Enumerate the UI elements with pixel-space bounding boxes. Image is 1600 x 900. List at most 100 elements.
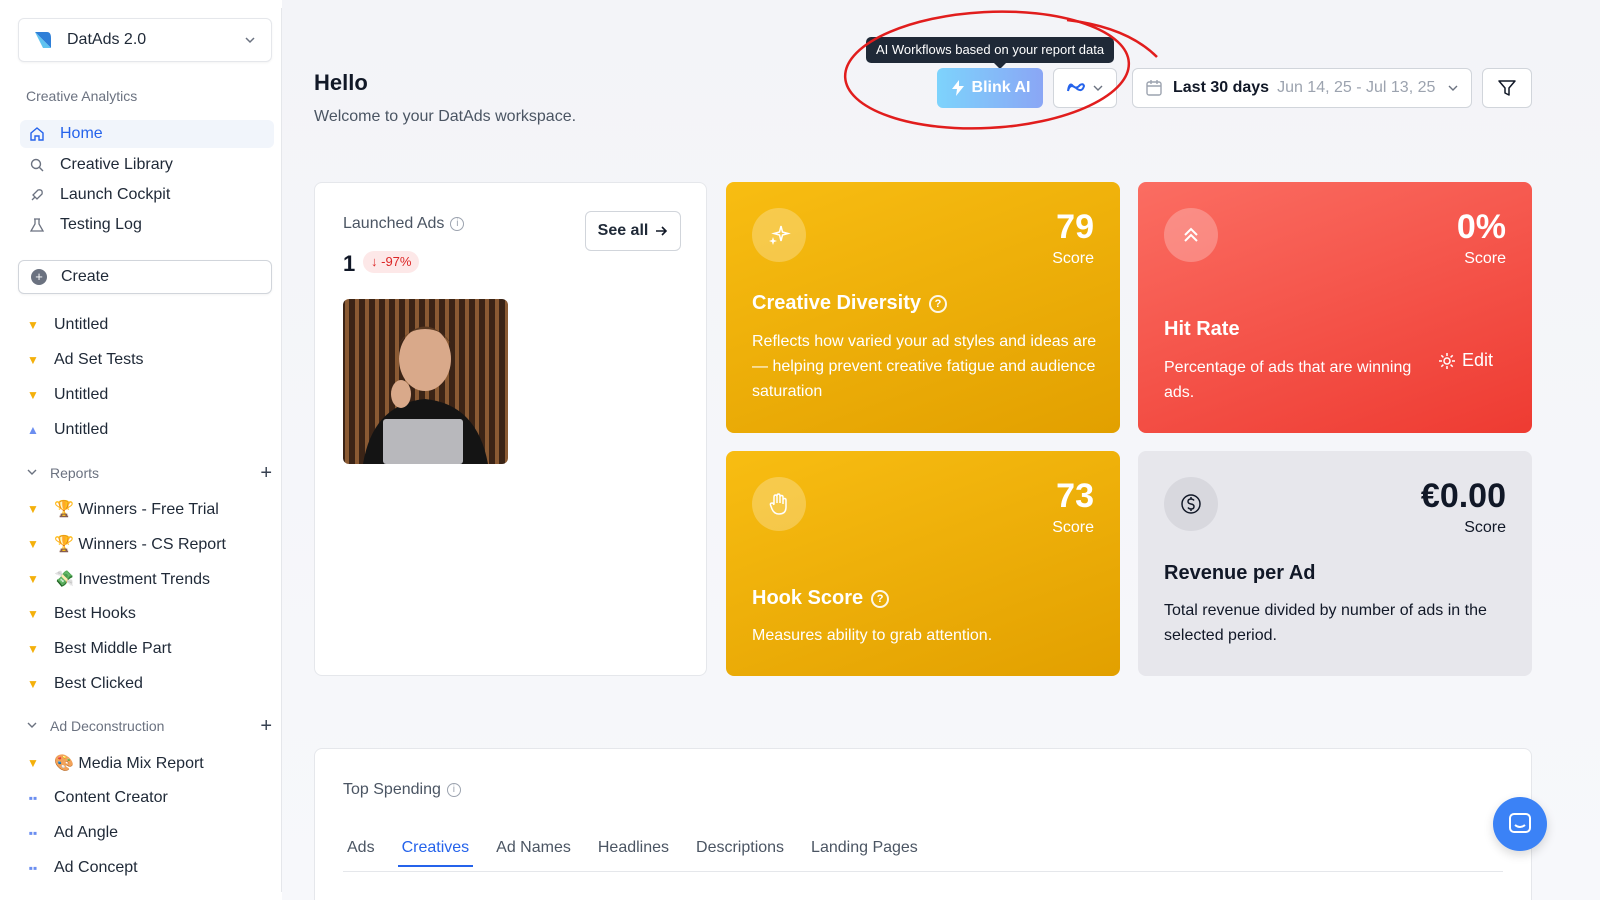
list-item-label: Ad Set Tests (54, 351, 144, 368)
list-item-label: Untitled (54, 316, 109, 333)
list-item[interactable]: ▲ Untitled (26, 416, 276, 444)
chevron-down-icon (26, 718, 40, 734)
card-title-text: Hit Rate (1164, 318, 1240, 340)
date-range-picker[interactable]: Last 30 days Jun 14, 25 - Jul 13, 25 (1132, 68, 1472, 108)
deconstruction-item[interactable]: ▼ 🎨 Media Mix Report (26, 749, 276, 777)
score-value: 73 (1056, 477, 1094, 515)
report-item-label: Best Hooks (54, 605, 136, 622)
report-item[interactable]: ▼ Best Clicked (26, 670, 276, 698)
deconstruction-item[interactable]: ▪▪ Ad Angle (26, 819, 276, 847)
workspace-switcher[interactable]: DatAds 2.0 (18, 18, 272, 62)
sidebar-item-label: Testing Log (60, 216, 142, 233)
report-item-label: Best Middle Part (54, 640, 172, 657)
sidebar-item-creative-library[interactable]: Creative Library (20, 151, 274, 179)
hook-score-card: 73 Score Hook Score ? Measures ability t… (726, 451, 1120, 676)
report-item-label: 💸 Investment Trends (54, 571, 210, 588)
deconstruction-item[interactable]: ▪▪ Ad Concept (26, 854, 276, 882)
ad-thumbnail[interactable] (343, 299, 508, 464)
score-value: 0% (1456, 208, 1506, 246)
sidebar-item-home[interactable]: Home (20, 120, 274, 148)
top-spending-label: Top Spending (343, 781, 441, 798)
tag-icon: ▪▪ (28, 791, 38, 805)
report-item[interactable]: ▼ 🏆 Winners - Free Trial (26, 495, 276, 523)
creative-diversity-card: 79 Score Creative Diversity ? Reflects h… (726, 182, 1120, 433)
reports-group-header[interactable]: Reports + (26, 461, 272, 485)
home-icon (28, 125, 46, 143)
trophy-icon: ▼ (27, 756, 39, 770)
report-item[interactable]: ▼ Best Hooks (26, 600, 276, 628)
list-item[interactable]: ▼ Ad Set Tests (26, 346, 276, 374)
trophy-icon: ▼ (27, 502, 39, 516)
ad-deconstruction-group-header[interactable]: Ad Deconstruction + (26, 714, 272, 738)
info-icon[interactable]: i (450, 217, 465, 231)
trophy-icon: ▼ (27, 353, 39, 367)
card-title-text: Hook Score (752, 587, 864, 609)
card-title: Hit Rate (1164, 318, 1240, 341)
tab-headlines[interactable]: Headlines (594, 839, 673, 867)
blink-ai-label: Blink AI (971, 79, 1031, 96)
tab-ad-names[interactable]: Ad Names (492, 839, 575, 867)
section-label-creative-analytics: Creative Analytics (26, 88, 138, 104)
filter-icon (1498, 80, 1516, 96)
card-title-text: Creative Diversity (752, 292, 921, 314)
tab-creatives[interactable]: Creatives (397, 839, 474, 867)
chevron-down-icon (1093, 85, 1103, 91)
card-description: Percentage of ads that are winning ads. (1164, 359, 1412, 401)
report-item[interactable]: ▼ 💸 Investment Trends (26, 565, 276, 593)
create-label: Create (61, 268, 110, 285)
search-icon (28, 156, 46, 174)
score-unit: Score (1464, 250, 1506, 267)
report-item-label: 🏆 Winners - CS Report (54, 536, 226, 553)
list-item[interactable]: ▼ Untitled (26, 381, 276, 409)
card-title-text: Revenue per Ad (1164, 562, 1316, 584)
filter-button[interactable] (1482, 68, 1532, 108)
add-report-icon[interactable]: + (260, 462, 272, 485)
sidebar-item-label: Launch Cockpit (60, 186, 171, 203)
card-description: Total revenue divided by number of ads i… (1164, 602, 1487, 644)
tag-icon: ▪▪ (28, 861, 38, 875)
reports-label: Reports (50, 465, 100, 481)
create-button[interactable]: + Create (18, 260, 272, 294)
blink-ai-button[interactable]: Blink AI (937, 68, 1043, 108)
page-title: Hello (314, 70, 368, 95)
edit-button[interactable]: Edit (1438, 350, 1493, 371)
chevron-down-icon (245, 37, 255, 44)
list-item[interactable]: ▼ Untitled (26, 311, 276, 339)
page-subtitle: Welcome to your DatAds workspace. (314, 108, 577, 125)
chevrons-up-icon (1164, 208, 1218, 262)
see-all-button[interactable]: See all (585, 211, 681, 251)
platform-selector[interactable] (1053, 68, 1117, 108)
report-item[interactable]: ▼ 🏆 Winners - CS Report (26, 530, 276, 558)
score-unit: Score (1052, 250, 1094, 267)
hit-rate-card: 0% Score Hit Rate Percentage of ads that… (1138, 182, 1532, 433)
card-title: Hook Score ? (752, 587, 890, 610)
ad-thumbnail-image (343, 299, 508, 464)
main-content: Hello Welcome to your DatAds workspace. … (282, 0, 1600, 900)
report-item[interactable]: ▼ Best Middle Part (26, 635, 276, 663)
trophy-icon: ▼ (27, 677, 39, 691)
sidebar-item-label: Creative Library (60, 156, 173, 173)
deconstruction-item-label: Ad Concept (54, 859, 138, 876)
sidebar-item-launch-cockpit[interactable]: Launch Cockpit (20, 181, 274, 209)
score-unit: Score (1052, 519, 1094, 536)
date-range-label: Last 30 days (1173, 79, 1270, 96)
score-value: €0.00 (1420, 477, 1506, 515)
info-icon[interactable]: i (446, 783, 461, 797)
add-deconstruction-icon[interactable]: + (260, 715, 272, 738)
sidebar-item-testing-log[interactable]: Testing Log (20, 211, 274, 239)
meta-icon (1067, 83, 1086, 92)
chevron-down-icon (1448, 85, 1458, 91)
tab-ads[interactable]: Ads (343, 839, 379, 867)
list-item-label: Untitled (54, 421, 109, 438)
tab-descriptions[interactable]: Descriptions (692, 839, 788, 867)
see-all-label: See all (597, 222, 649, 239)
card-title: Creative Diversity ? (752, 292, 947, 315)
help-icon[interactable]: ? (871, 589, 890, 608)
deconstruction-item[interactable]: ▪▪ Content Creator (26, 784, 276, 812)
edit-label: Edit (1462, 350, 1494, 370)
chat-support-button[interactable] (1493, 797, 1547, 851)
help-icon[interactable]: ? (928, 294, 947, 313)
lightning-icon (951, 80, 964, 96)
score-value: 79 (1056, 208, 1094, 246)
tab-landing-pages[interactable]: Landing Pages (807, 839, 922, 867)
